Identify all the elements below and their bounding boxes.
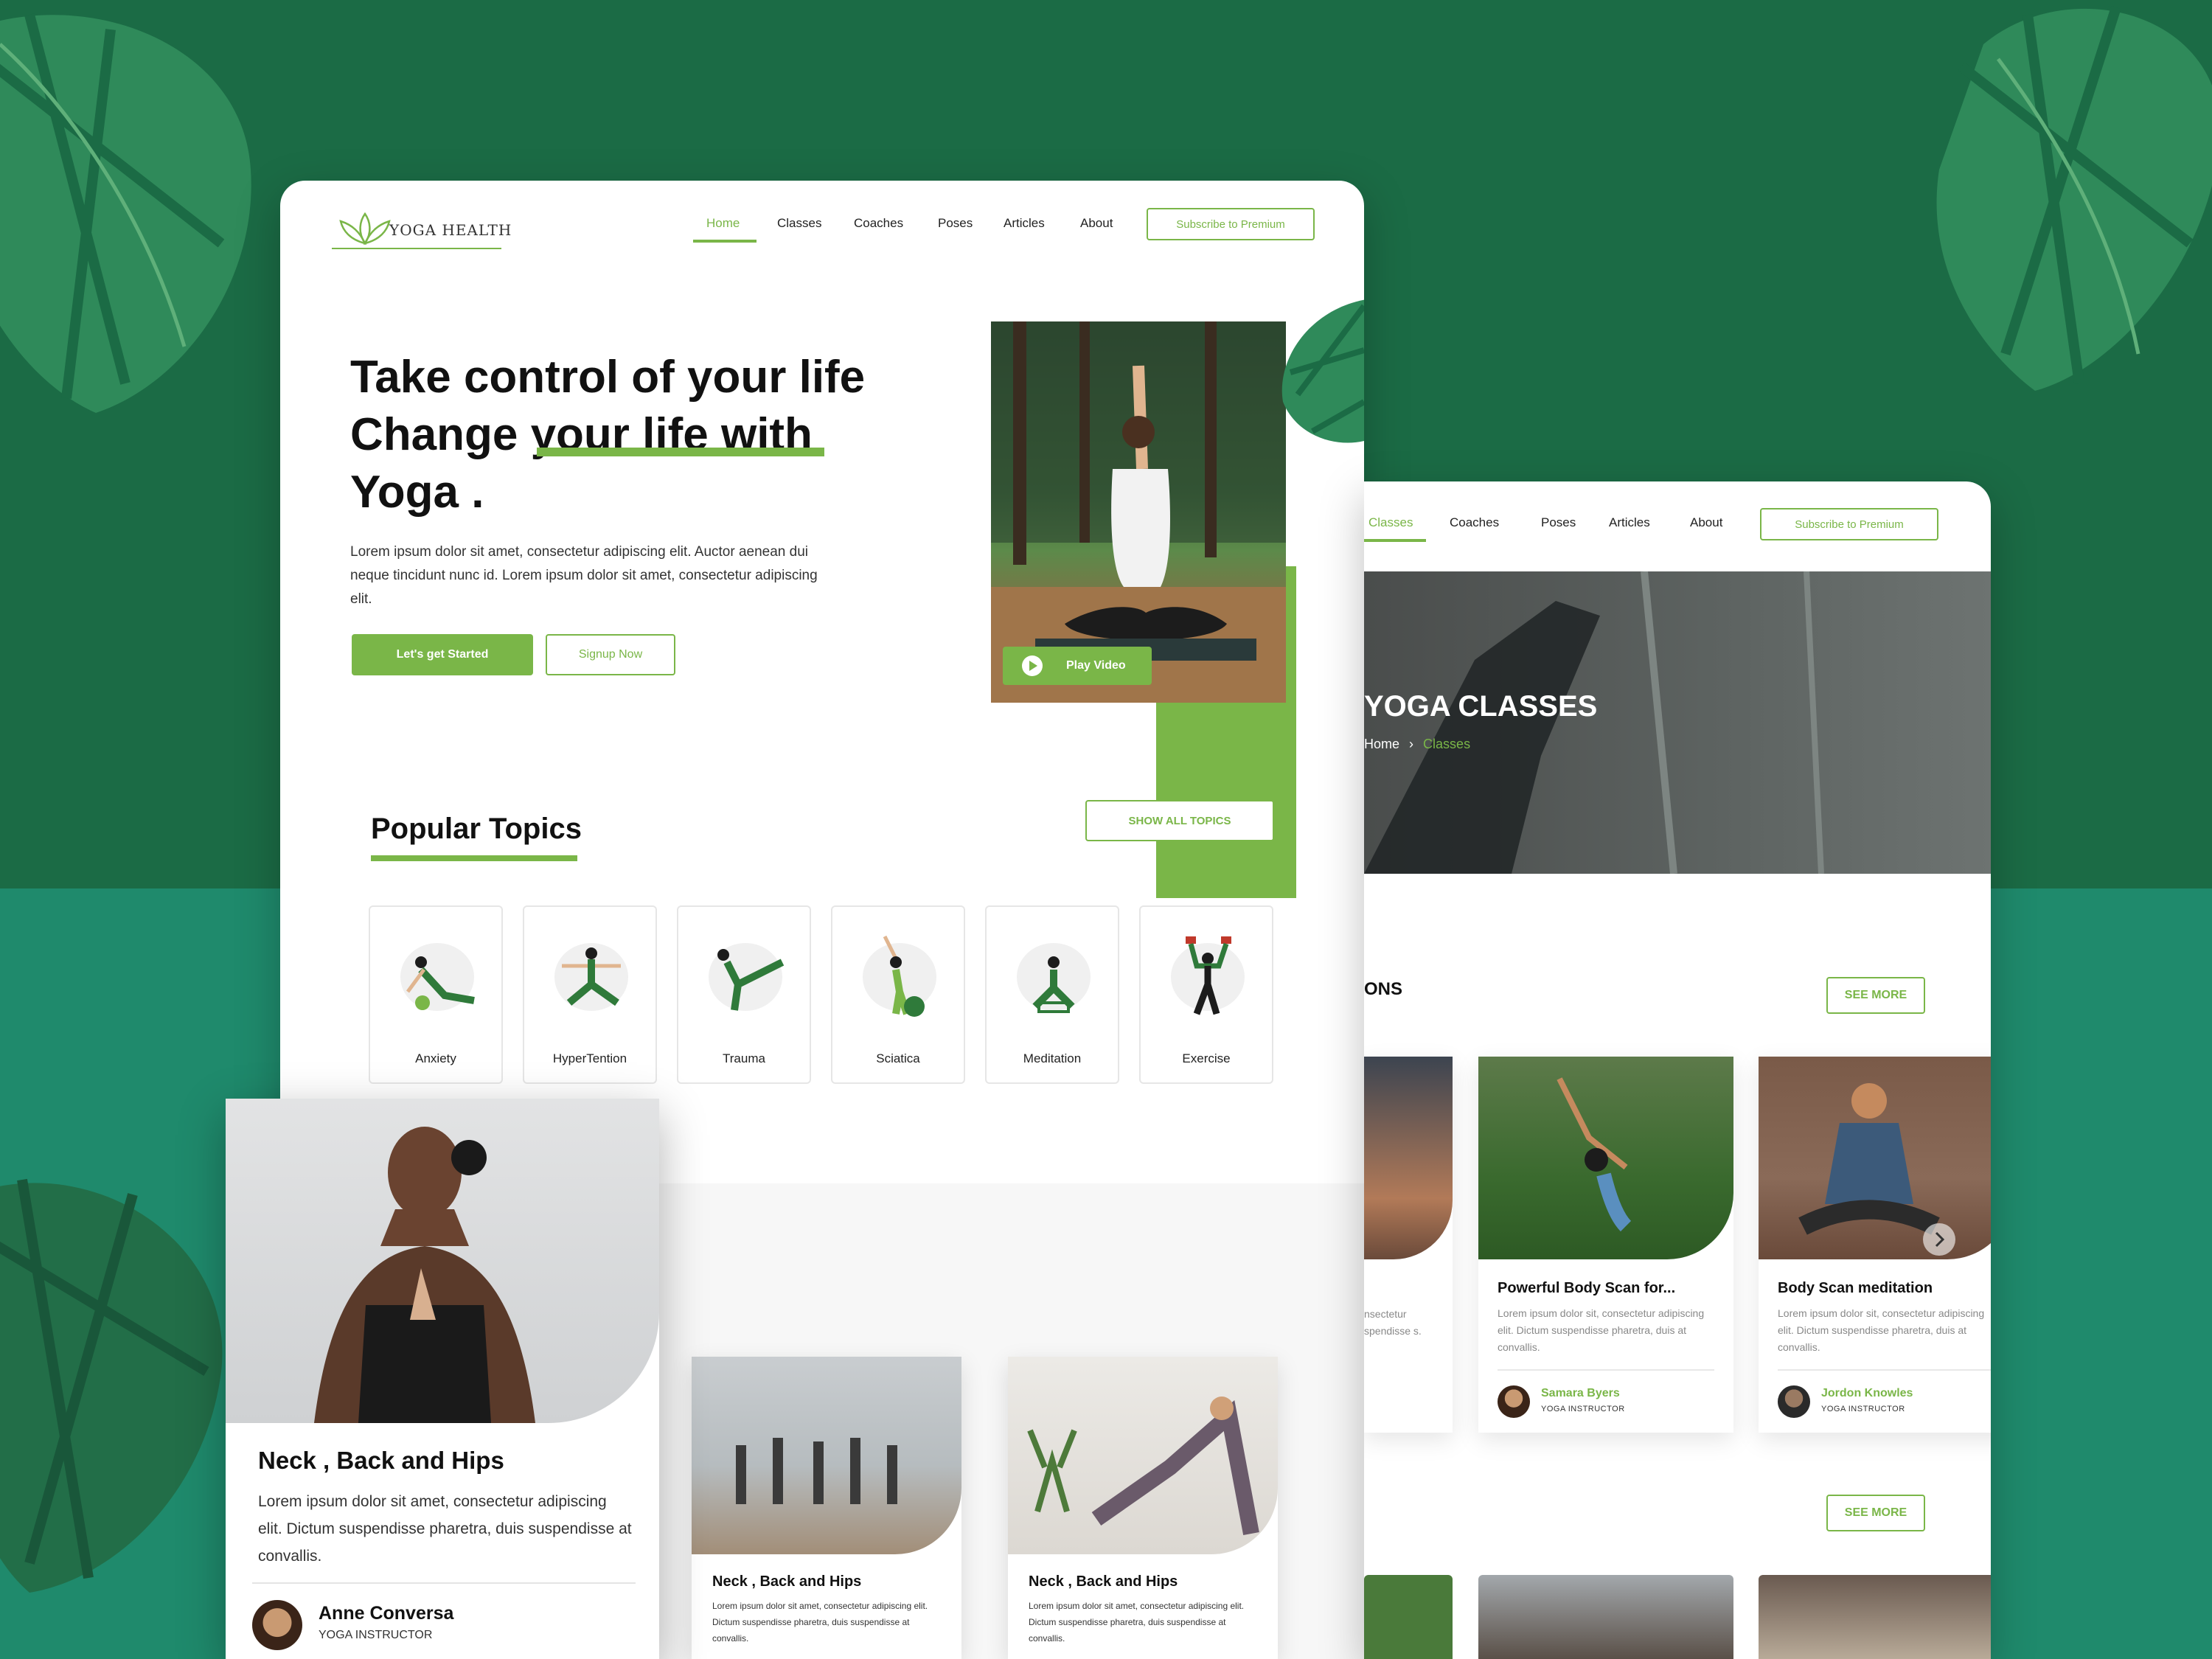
sunset-yoga-photo: [1364, 1057, 1453, 1259]
beach-yoga-photo: [692, 1357, 961, 1554]
monstera-leaf-top-right: [1936, 5, 2212, 391]
sciatica-pose-icon: [863, 935, 936, 1017]
show-all-topics-button[interactable]: SHOW ALL TOPICS: [1085, 800, 1274, 841]
instructor-name[interactable]: Samara Byers: [1541, 1387, 1620, 1400]
featured-card-title: Neck , Back and Hips: [258, 1447, 504, 1474]
instructor-avatar: [252, 1600, 302, 1650]
yoga-woman-figure: [991, 321, 1286, 703]
card-divider: [252, 1582, 636, 1584]
small-card-title: Neck , Back and Hips: [1029, 1573, 1178, 1590]
topic-card-meditation[interactable]: Meditation: [985, 905, 1119, 1084]
anxiety-pose-icon: [400, 943, 475, 1011]
hero-highlight-underline: [537, 448, 824, 456]
hero-line-3: Yoga .: [350, 467, 484, 518]
hero-heading: Take control of your life Change your li…: [350, 349, 896, 521]
class-card-title: Body Scan meditation: [1778, 1280, 1933, 1296]
nav-active-indicator: [693, 240, 757, 243]
instructor-name[interactable]: Jordon Knowles: [1821, 1387, 1913, 1400]
breadcrumb-home[interactable]: Home: [1364, 737, 1399, 751]
monstera-leaf-card: [1281, 299, 1364, 443]
exercise-pose-icon: [1171, 936, 1245, 1015]
nav-about[interactable]: About: [1690, 515, 1722, 530]
logo-text: YOGA HEALTH: [389, 221, 512, 239]
nav-poses[interactable]: Poses: [1541, 515, 1576, 530]
small-class-card-2[interactable]: Neck , Back and Hips Lorem ipsum dolor s…: [1008, 1357, 1278, 1659]
small-card-title: Neck , Back and Hips: [712, 1573, 862, 1590]
play-icon: [1022, 655, 1043, 676]
woman-meditating-photo: [226, 1099, 659, 1423]
topics-title-underline: [371, 855, 577, 861]
monstera-leaf-bottom-left: [0, 1178, 223, 1593]
topic-card-anxiety[interactable]: Anxiety: [369, 905, 503, 1084]
class-card-4[interactable]: [1759, 1575, 1991, 1659]
topic-label: Anxiety: [415, 1051, 456, 1065]
topic-card-trauma[interactable]: Trauma: [677, 905, 811, 1084]
get-started-button[interactable]: Let's get Started: [352, 634, 533, 675]
instructor-avatar: [1498, 1385, 1530, 1418]
see-more-button-2[interactable]: SEE MORE: [1826, 1495, 1925, 1531]
monstera-leaf-top-left: [0, 13, 251, 413]
topic-label: Meditation: [1023, 1051, 1082, 1065]
hero-description: Lorem ipsum dolor sit amet, consectetur …: [350, 544, 818, 607]
topic-label: Trauma: [723, 1051, 765, 1065]
class-card-title: Powerful Body Scan for...: [1498, 1280, 1676, 1296]
breadcrumb-current: Classes: [1423, 737, 1471, 751]
subscribe-button[interactable]: Subscribe to Premium: [1760, 508, 1938, 540]
popular-topics-title: Popular Topics: [371, 813, 582, 845]
class-card[interactable]: Body Scan meditation Lorem ipsum dolor s…: [1759, 1057, 1991, 1433]
signup-button[interactable]: Signup Now: [546, 634, 675, 675]
instructor-role: YOGA INSTRUCTOR: [319, 1629, 433, 1641]
featured-card-text: Lorem ipsum dolor sit amet, consectetur …: [258, 1493, 632, 1565]
class-card-3[interactable]: [1478, 1575, 1733, 1659]
nav-classes[interactable]: Classes: [777, 216, 821, 231]
nav-articles[interactable]: Articles: [1004, 216, 1045, 231]
see-more-button[interactable]: SEE MORE: [1826, 977, 1925, 1014]
hero-line-1: Take control of your life: [350, 352, 866, 403]
nav-active-indicator: [1364, 539, 1426, 542]
class-card-text: Lorem ipsum dolor sit, consectetur adipi…: [1498, 1307, 1705, 1353]
nav-coaches[interactable]: Coaches: [854, 216, 903, 231]
nav-about[interactable]: About: [1080, 216, 1113, 231]
banner-title: YOGA CLASSES: [1364, 690, 1598, 723]
class-card-text: nsectetur spendisse s.: [1364, 1308, 1422, 1337]
meditation-pose-icon: [1017, 943, 1091, 1013]
instructor-avatar: [1778, 1385, 1810, 1418]
breadcrumb: Home › Classes: [1364, 737, 1470, 752]
class-card[interactable]: Powerful Body Scan for... Lorem ipsum do…: [1478, 1057, 1733, 1433]
carousel-next-icon[interactable]: [1922, 1222, 1956, 1256]
nav-coaches[interactable]: Coaches: [1450, 515, 1499, 530]
hero-yoga-photo: [991, 321, 1286, 703]
trauma-pose-icon: [709, 943, 785, 1011]
instructor-role: YOGA INSTRUCTOR: [1541, 1405, 1625, 1413]
card-divider: [1498, 1369, 1714, 1371]
class-card-partial[interactable]: nsectetur spendisse s.: [1364, 1057, 1453, 1433]
instructor-role: YOGA INSTRUCTOR: [1821, 1405, 1905, 1413]
hypertension-pose-icon: [554, 943, 628, 1011]
topic-label: Exercise: [1182, 1051, 1231, 1065]
topic-card-hypertension[interactable]: HyperTention: [523, 905, 657, 1084]
class-card-text: Lorem ipsum dolor sit, consectetur adipi…: [1778, 1307, 1985, 1353]
breadcrumb-separator: ›: [1409, 737, 1414, 751]
nav-poses[interactable]: Poses: [938, 216, 973, 231]
topic-card-sciatica[interactable]: Sciatica: [831, 905, 965, 1084]
classes-page-card: Classes Coaches Poses Articles About Sub…: [1364, 481, 1991, 1659]
nav-classes[interactable]: Classes: [1368, 515, 1413, 530]
section-title: ONS: [1364, 979, 1403, 999]
class-card-partial-2[interactable]: [1364, 1575, 1453, 1659]
subscribe-button[interactable]: Subscribe to Premium: [1147, 208, 1315, 240]
nav-home[interactable]: Home: [706, 216, 740, 231]
featured-class-card[interactable]: Neck , Back and Hips Lorem ipsum dolor s…: [226, 1099, 659, 1659]
small-class-card-1[interactable]: Neck , Back and Hips Lorem ipsum dolor s…: [692, 1357, 961, 1659]
topic-label: Sciatica: [876, 1051, 920, 1065]
small-card-text: Lorem ipsum dolor sit amet, consectetur …: [712, 1601, 928, 1644]
instructor-name[interactable]: Anne Conversa: [319, 1603, 453, 1624]
nav-articles[interactable]: Articles: [1609, 515, 1650, 530]
small-card-text: Lorem ipsum dolor sit amet, consectetur …: [1029, 1601, 1245, 1644]
topic-label: HyperTention: [552, 1051, 627, 1065]
card-divider: [1778, 1369, 1991, 1371]
field-yoga-photo: [1478, 1057, 1733, 1259]
indoor-yoga-photo: [1008, 1357, 1278, 1554]
topic-card-exercise[interactable]: Exercise: [1139, 905, 1273, 1084]
